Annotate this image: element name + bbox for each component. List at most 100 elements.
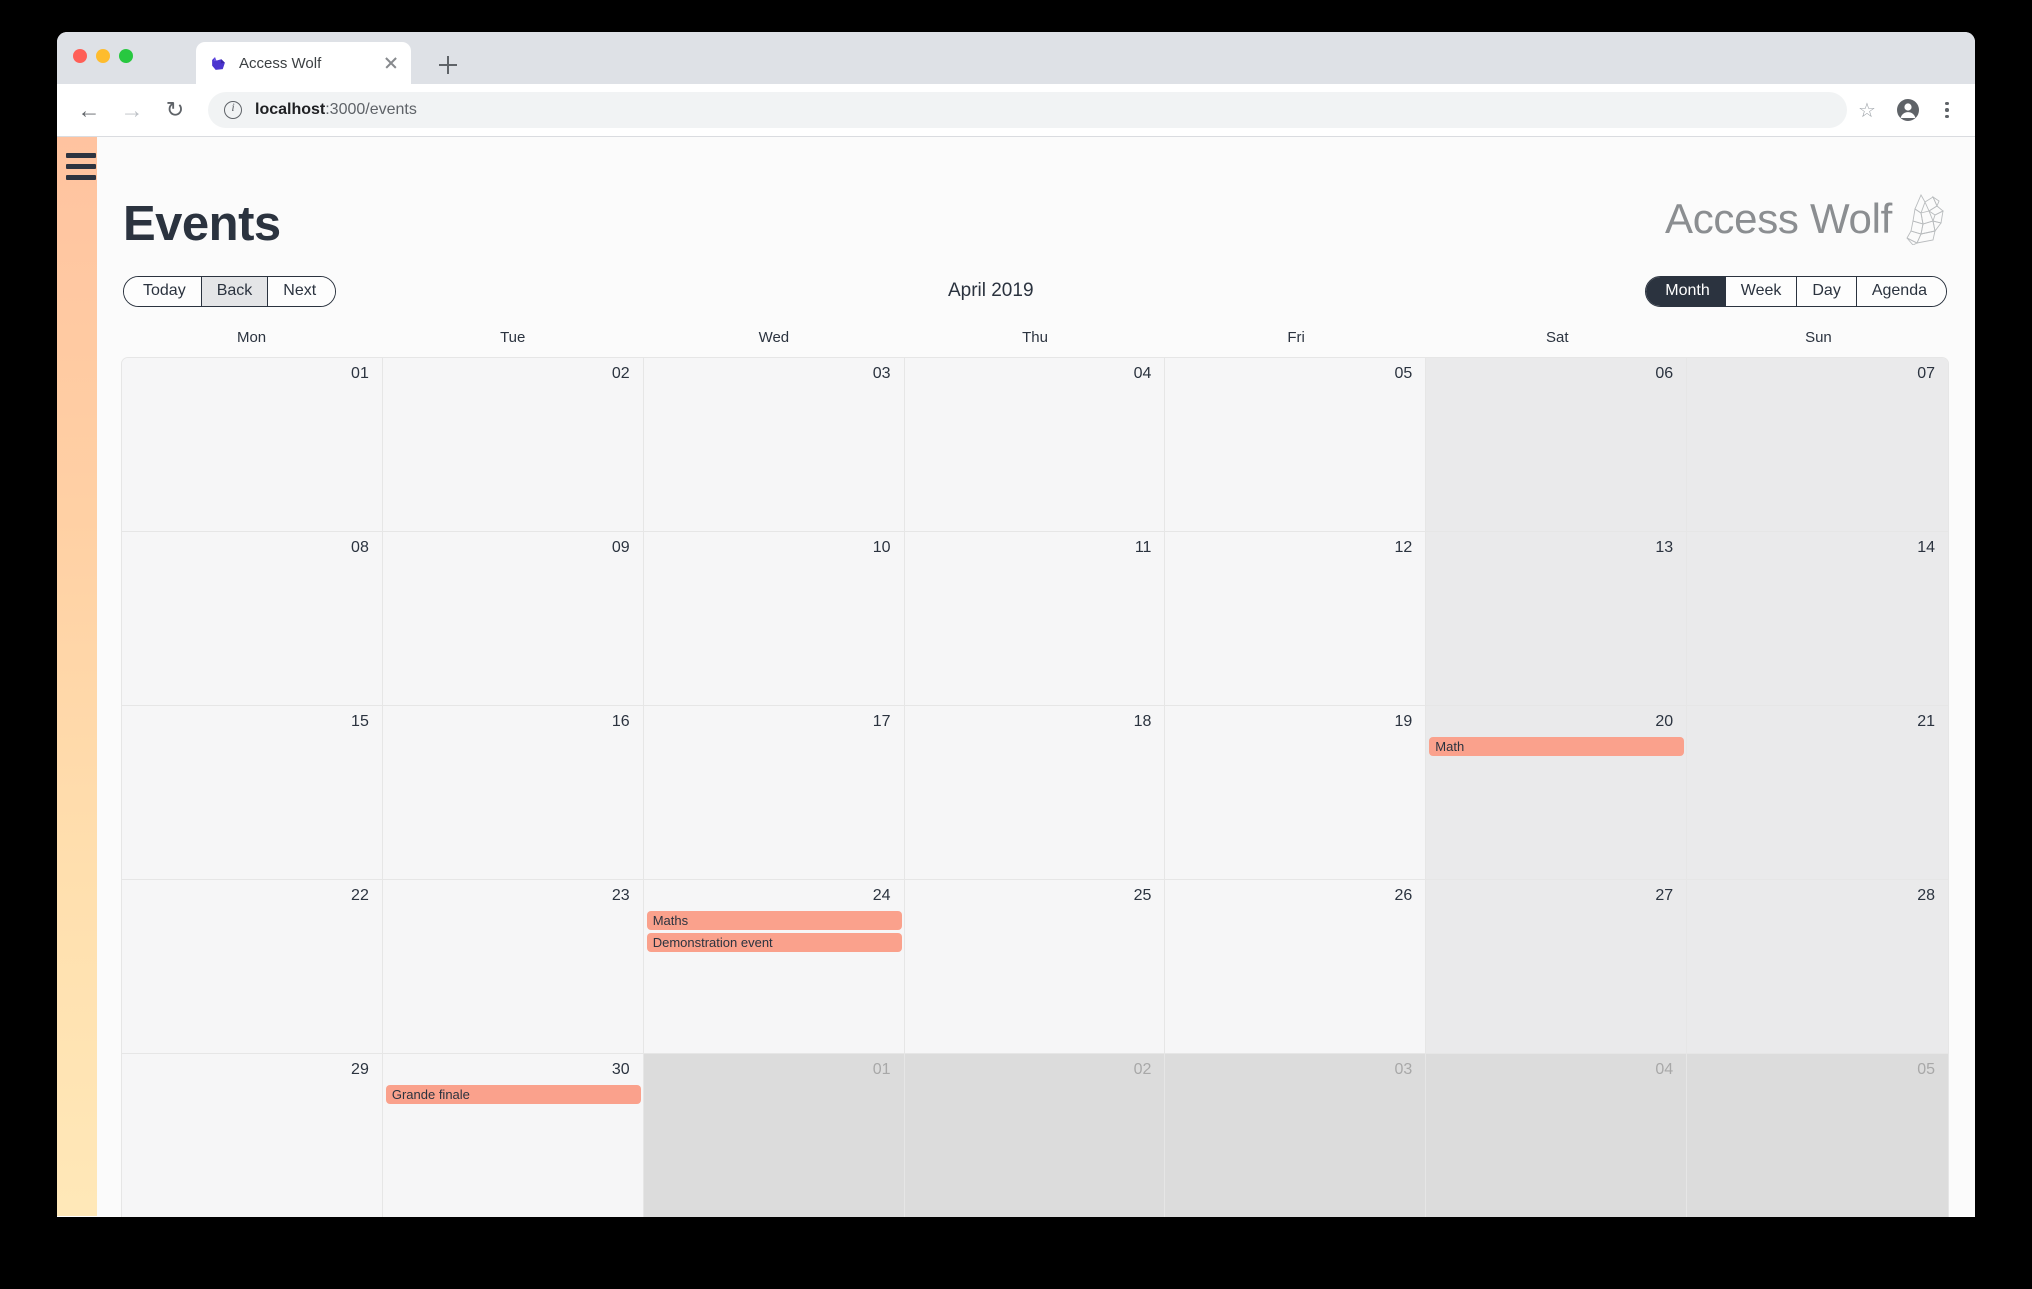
calendar-day-cell[interactable]: 16 — [382, 706, 644, 879]
calendar-event[interactable]: Grande finale — [385, 1085, 641, 1104]
browser-toolbar: ← → ↻ localhost:3000/events ☆ — [57, 84, 1975, 137]
next-button-calendar[interactable]: Next — [268, 276, 336, 306]
calendar-day-cell[interactable]: 20 Math — [1426, 706, 1688, 879]
calendar-event[interactable]: Maths — [646, 911, 902, 930]
calendar-day-number: 04 — [1133, 365, 1152, 382]
reload-button[interactable]: ↻ — [157, 92, 193, 128]
calendar-day-number: 12 — [1394, 539, 1413, 556]
calendar-day-cell[interactable]: 11 — [904, 532, 1166, 705]
weekday-label-thu: Thu — [1022, 329, 1048, 346]
back-button-calendar[interactable]: Back — [201, 276, 269, 306]
calendar-toolbar: Today Back Next April 2019 Month Week Da… — [121, 275, 1949, 307]
calendar-day-cell[interactable]: 29 — [122, 1054, 383, 1217]
info-circle-icon[interactable] — [224, 100, 242, 119]
brand-lockup: Access Wolf — [1665, 193, 1949, 249]
calendar-day-number: 07 — [1917, 365, 1935, 382]
calendar-week-row: 15 16 17 18 19 20 Math 21 — [122, 706, 1948, 880]
calendar-day-cell[interactable]: 04 — [1426, 1054, 1688, 1217]
calendar-day-number: 28 — [1917, 887, 1935, 904]
url-path: :3000/events — [325, 101, 417, 118]
hamburger-menu-icon[interactable] — [66, 153, 96, 180]
weekday-label-sun: Sun — [1805, 329, 1832, 346]
calendar-day-cell[interactable]: 03 — [643, 358, 905, 531]
calendar-day-number: 02 — [611, 365, 630, 382]
calendar-range-wrap: April 2019 — [336, 276, 1645, 307]
arrow-left-icon: ← — [77, 97, 101, 123]
view-week-button[interactable]: Week — [1725, 276, 1798, 306]
calendar-day-cell[interactable]: 30 Grande finale — [382, 1054, 644, 1217]
tab-close-icon[interactable] — [381, 53, 401, 73]
calendar-day-number: 10 — [872, 539, 891, 556]
calendar-day-cell[interactable]: 05 — [1687, 1054, 1948, 1217]
calendar-day-number: 26 — [1394, 887, 1413, 904]
calendar-day-number: 15 — [351, 713, 369, 730]
calendar-week-row: 29 30 Grande finale 01 02 03 04 05 — [122, 1054, 1948, 1217]
calendar-day-cell[interactable]: 12 — [1165, 532, 1427, 705]
calendar-day-cell[interactable]: 27 — [1426, 880, 1688, 1053]
calendar-day-number: 01 — [351, 365, 369, 382]
profile-avatar-icon[interactable] — [1893, 98, 1923, 122]
calendar-nav-button-group: Today Back Next — [123, 275, 337, 307]
calendar-day-cell[interactable]: 25 — [904, 880, 1166, 1053]
calendar-day-cell[interactable]: 01 — [122, 358, 383, 531]
calendar-event-list: Grande finale — [383, 1085, 643, 1104]
brand-name: Access Wolf — [1665, 195, 1892, 242]
calendar-day-cell[interactable]: 23 — [382, 880, 644, 1053]
calendar-day-cell[interactable]: 05 — [1165, 358, 1427, 531]
minimize-window-button[interactable] — [96, 49, 110, 63]
calendar-day-cell[interactable]: 28 — [1687, 880, 1948, 1053]
calendar-day-cell[interactable]: 02 — [904, 1054, 1166, 1217]
calendar-day-cell[interactable]: 18 — [904, 706, 1166, 879]
calendar-event-list: Math — [1426, 737, 1686, 756]
calendar-day-cell[interactable]: 14 — [1687, 532, 1948, 705]
calendar-day-cell[interactable]: 22 — [122, 880, 383, 1053]
calendar-day-number: 27 — [1655, 887, 1674, 904]
view-day-button[interactable]: Day — [1797, 276, 1857, 306]
calendar-day-number: 29 — [351, 1061, 369, 1078]
window-traffic-lights — [73, 49, 133, 63]
page-header: Events Access Wolf — [121, 137, 1949, 249]
calendar-event[interactable]: Math — [1429, 737, 1685, 756]
calendar-day-number: 18 — [1133, 713, 1152, 730]
calendar-day-cell[interactable]: 21 — [1687, 706, 1948, 879]
calendar-day-cell[interactable]: 02 — [382, 358, 644, 531]
view-agenda-button[interactable]: Agenda — [1856, 276, 1946, 306]
new-tab-button[interactable] — [435, 52, 461, 78]
calendar-day-cell[interactable]: 19 — [1165, 706, 1427, 879]
three-dot-menu-icon[interactable] — [1935, 101, 1959, 119]
calendar-day-cell[interactable]: 04 — [904, 358, 1166, 531]
calendar-day-number: 16 — [611, 713, 630, 730]
maximize-window-button[interactable] — [119, 49, 133, 63]
today-button[interactable]: Today — [124, 276, 202, 306]
calendar-day-cell[interactable]: 15 — [122, 706, 383, 879]
calendar-day-cell[interactable]: 09 — [382, 532, 644, 705]
view-month-button[interactable]: Month — [1646, 276, 1726, 306]
calendar-day-cell[interactable]: 07 — [1687, 358, 1948, 531]
calendar-event[interactable]: Demonstration event — [646, 933, 902, 952]
calendar-day-cell[interactable]: 13 — [1426, 532, 1688, 705]
calendar-day-number: 21 — [1917, 713, 1935, 730]
calendar-day-cell[interactable]: 24 Maths Demonstration event — [643, 880, 905, 1053]
star-icon[interactable]: ☆ — [1855, 98, 1879, 123]
calendar-day-cell[interactable]: 06 — [1426, 358, 1688, 531]
back-button[interactable]: ← — [71, 92, 107, 128]
calendar-day-number: 05 — [1394, 365, 1413, 382]
forward-button[interactable]: → — [114, 92, 150, 128]
url-host: localhost — [255, 101, 326, 118]
calendar-day-cell[interactable]: 03 — [1165, 1054, 1427, 1217]
calendar-day-number: 22 — [351, 887, 369, 904]
calendar-day-number: 04 — [1655, 1061, 1674, 1078]
weekday-label-sat: Sat — [1546, 329, 1569, 346]
browser-tab[interactable]: Access Wolf — [196, 42, 411, 84]
close-window-button[interactable] — [73, 49, 87, 63]
calendar-day-cell[interactable]: 26 — [1165, 880, 1427, 1053]
calendar-day-number: 05 — [1917, 1061, 1935, 1078]
calendar-day-cell[interactable]: 01 — [643, 1054, 905, 1217]
calendar-day-cell[interactable]: 10 — [643, 532, 905, 705]
calendar-day-cell[interactable]: 08 — [122, 532, 383, 705]
calendar-day-number: 23 — [611, 887, 630, 904]
page-title: Events — [123, 197, 281, 251]
address-bar[interactable]: localhost:3000/events — [208, 92, 1847, 128]
reload-icon: ↻ — [165, 97, 185, 122]
calendar-day-cell[interactable]: 17 — [643, 706, 905, 879]
